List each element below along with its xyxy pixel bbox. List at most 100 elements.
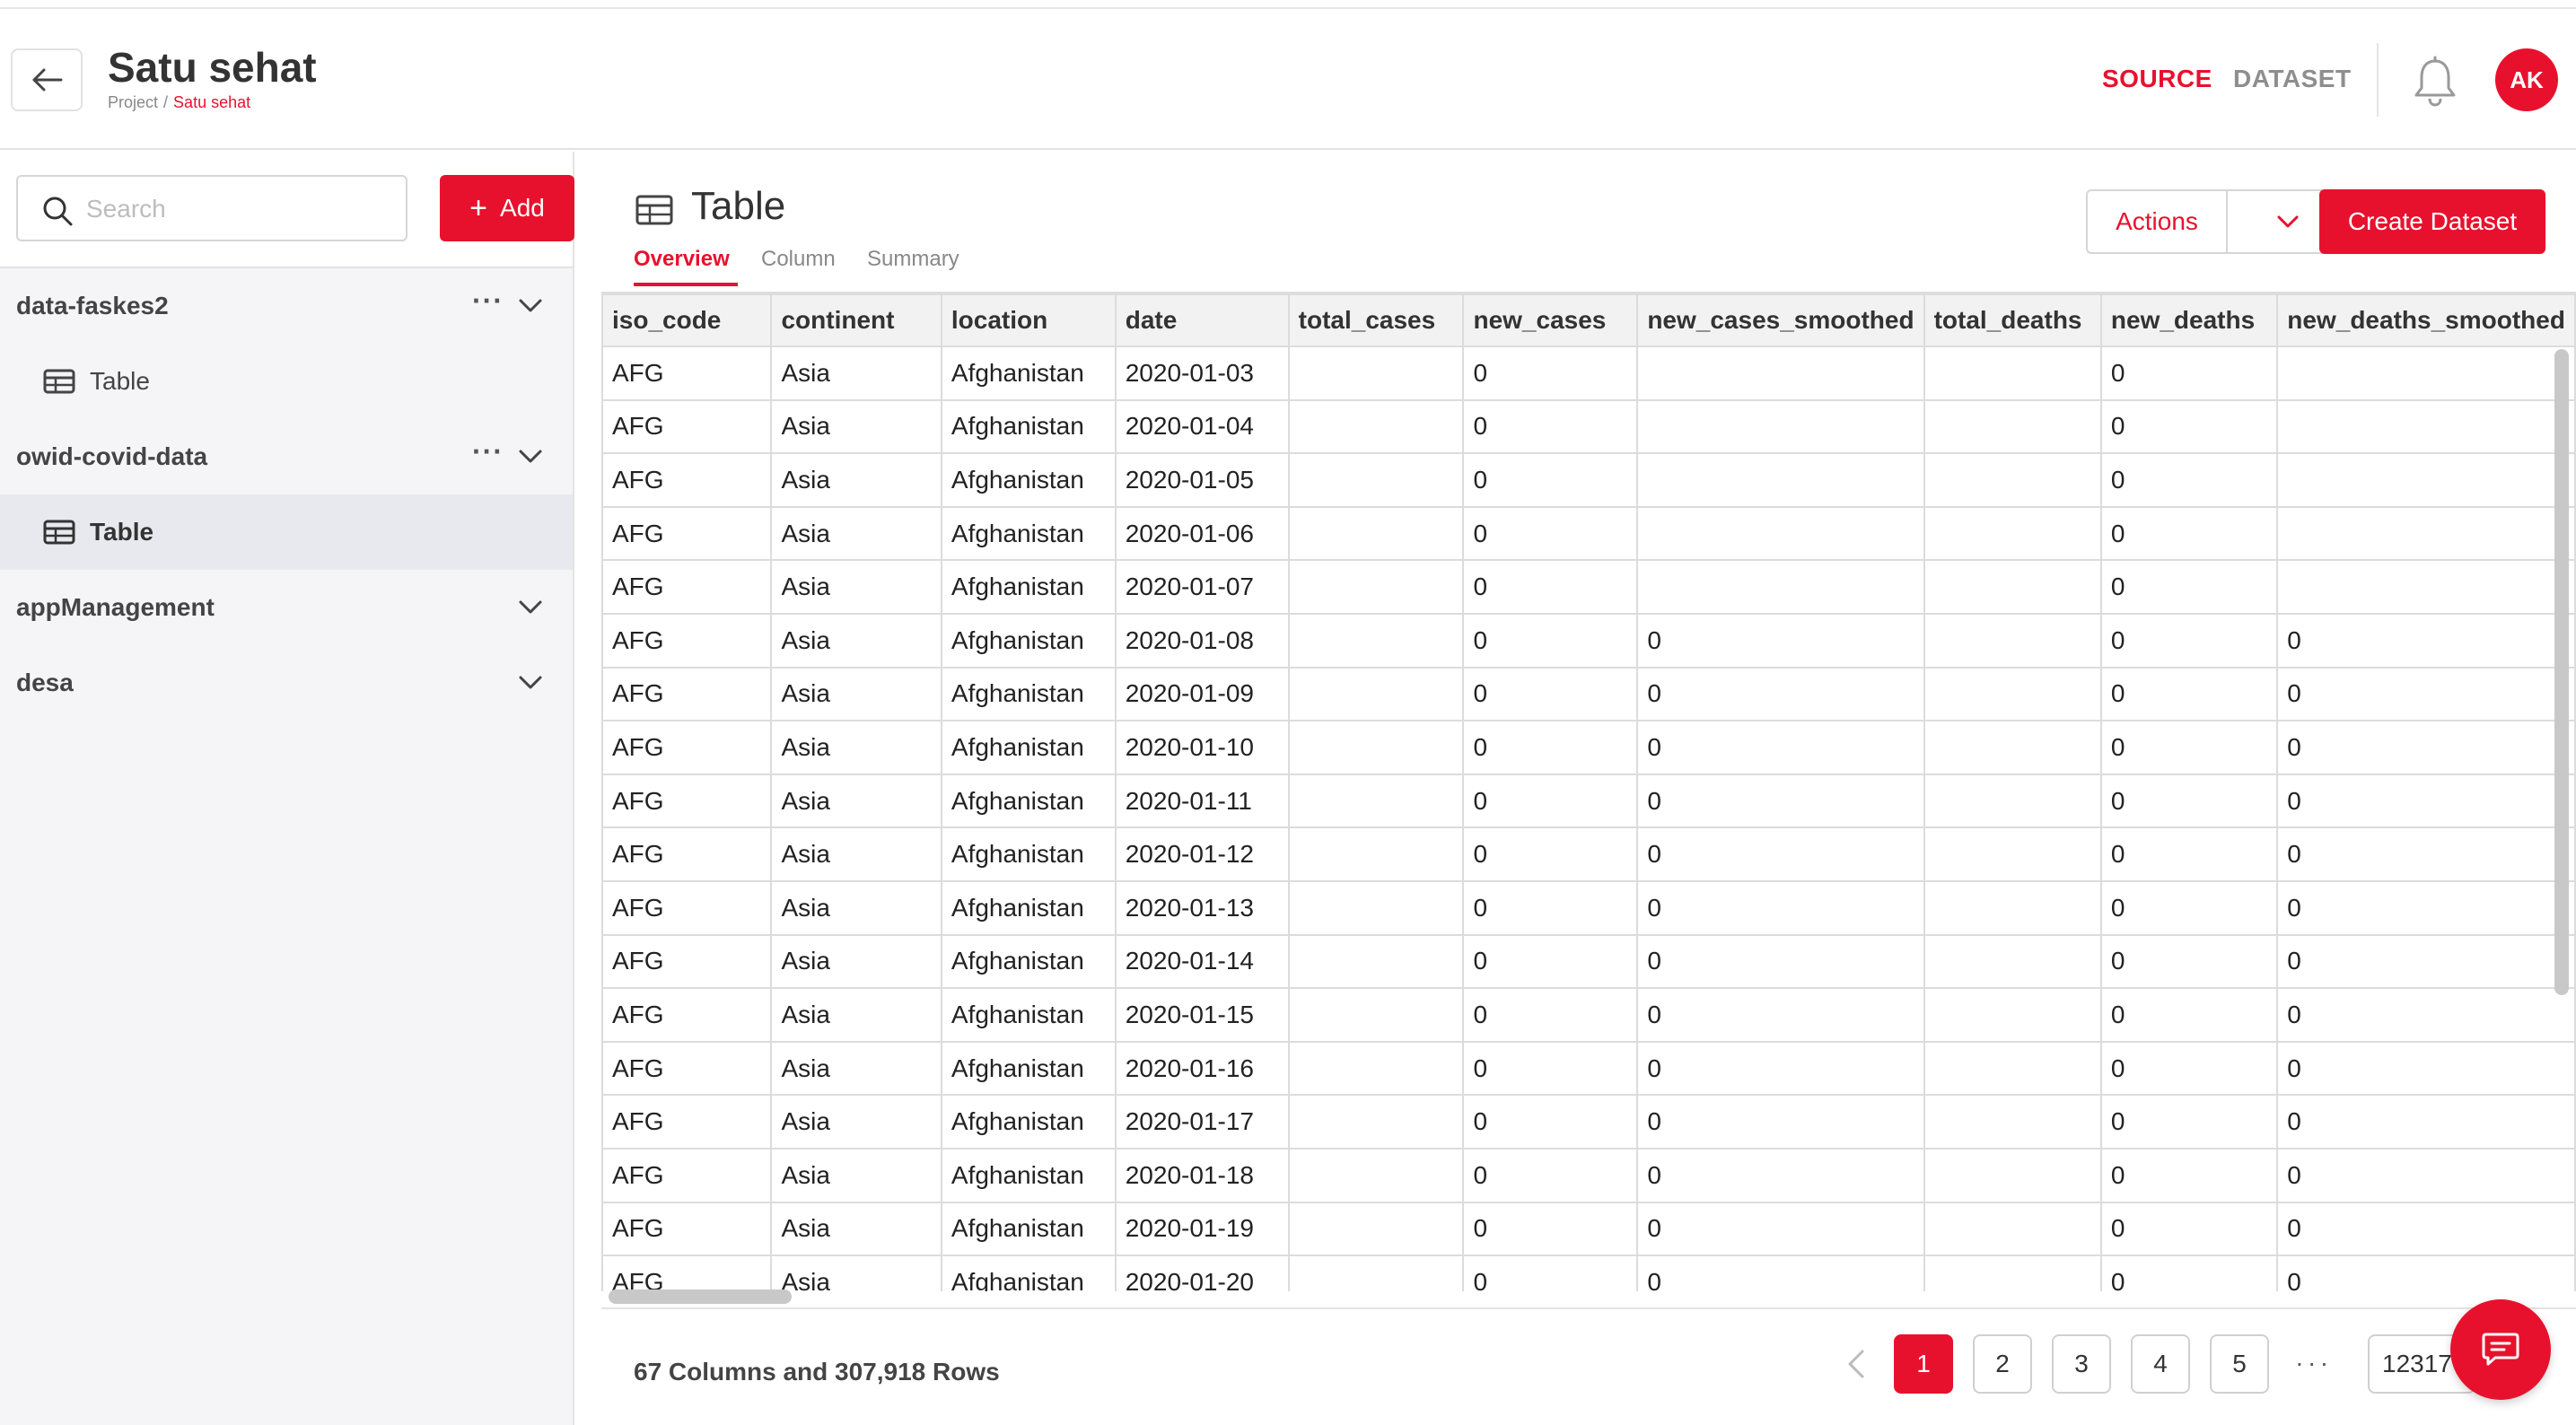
table-row[interactable]: AFG Asia Afghanistan 2020-01-15 0 0 0 0 bbox=[601, 987, 2576, 1043]
table-cell: 2020-01-20 bbox=[1114, 1255, 1290, 1291]
back-button[interactable] bbox=[11, 48, 83, 111]
tab-column[interactable]: Column bbox=[761, 247, 836, 272]
chevron-down-icon[interactable] bbox=[517, 597, 544, 618]
create-dataset-button[interactable]: Create Dataset bbox=[2319, 189, 2545, 254]
more-options-icon[interactable]: ··· bbox=[472, 284, 504, 318]
table-cell bbox=[1287, 1040, 1465, 1097]
table-cell: Asia bbox=[770, 398, 942, 455]
column-header[interactable]: continent bbox=[770, 293, 942, 347]
tab-summary[interactable]: Summary bbox=[867, 247, 959, 272]
table-cell: AFG bbox=[601, 1040, 773, 1097]
table-row[interactable]: AFG Asia Afghanistan 2020-01-04 0 0 bbox=[601, 398, 2576, 455]
table-cell bbox=[1923, 666, 2102, 722]
table-row[interactable]: AFG Asia Afghanistan 2020-01-05 0 0 bbox=[601, 452, 2576, 508]
notifications-button[interactable] bbox=[2411, 56, 2459, 108]
table-cell: 0 bbox=[2099, 666, 2279, 722]
table-cell: AFG bbox=[601, 666, 773, 722]
table-cell: 0 bbox=[2276, 720, 2576, 775]
chevron-down-icon[interactable] bbox=[517, 295, 544, 317]
source-group-owid-covid-data[interactable]: owid-covid-data ··· bbox=[0, 419, 573, 494]
tab-overview[interactable]: Overview bbox=[634, 247, 730, 272]
table-row[interactable]: AFG Asia Afghanistan 2020-01-19 0 0 0 0 bbox=[601, 1201, 2576, 1257]
table-cell: Asia bbox=[770, 1040, 942, 1097]
tree-item-table[interactable]: Table bbox=[0, 344, 573, 419]
table-cell: AFG bbox=[601, 1094, 773, 1150]
table-cell: Asia bbox=[770, 1201, 942, 1257]
nav-dataset[interactable]: DATASET bbox=[2233, 65, 2352, 93]
table-row[interactable]: AFG Asia Afghanistan 2020-01-17 0 0 0 0 bbox=[601, 1094, 2576, 1150]
breadcrumb-separator: / bbox=[163, 93, 169, 111]
table-cell: Afghanistan bbox=[940, 345, 1117, 401]
vertical-scrollbar[interactable] bbox=[2554, 349, 2569, 995]
horizontal-scrollbar[interactable] bbox=[609, 1289, 792, 1304]
table-row[interactable]: AFG Asia Afghanistan 2020-01-14 0 0 0 0 bbox=[601, 933, 2576, 990]
page-button-4[interactable]: 4 bbox=[2131, 1334, 2190, 1394]
column-header[interactable]: new_cases bbox=[1462, 293, 1639, 347]
table-cell: 0 bbox=[2276, 987, 2576, 1043]
column-header[interactable]: total_deaths bbox=[1923, 293, 2102, 347]
table-cell: 2020-01-17 bbox=[1114, 1094, 1290, 1150]
table-cell bbox=[1636, 398, 1925, 455]
column-header[interactable]: location bbox=[940, 293, 1117, 347]
table-cell: Asia bbox=[770, 1255, 942, 1291]
table-cell: AFG bbox=[601, 826, 773, 882]
breadcrumb-current: Satu sehat bbox=[173, 93, 251, 111]
table-icon bbox=[635, 195, 673, 225]
table-cell: 0 bbox=[2276, 1147, 2576, 1203]
page-button-2[interactable]: 2 bbox=[1973, 1334, 2032, 1394]
table-cell: AFG bbox=[601, 505, 773, 562]
data-table-container[interactable]: iso_code continent location date total_cases… bbox=[601, 292, 2576, 1291]
table-cell: 0 bbox=[1462, 452, 1639, 508]
column-header[interactable]: total_cases bbox=[1287, 293, 1465, 347]
table-row[interactable]: AFG Asia Afghanistan 2020-01-20 0 0 0 0 bbox=[601, 1255, 2576, 1291]
table-cell bbox=[1636, 345, 1925, 401]
column-header[interactable]: new_deaths bbox=[2099, 293, 2279, 347]
source-group-data-faskes2[interactable]: data-faskes2 ··· bbox=[0, 268, 573, 344]
table-cell: 2020-01-04 bbox=[1114, 398, 1290, 455]
table-cell: Asia bbox=[770, 666, 942, 722]
add-button[interactable]: + Add bbox=[440, 175, 574, 241]
source-group-appmanagement[interactable]: appManagement bbox=[0, 570, 573, 645]
table-row[interactable]: AFG Asia Afghanistan 2020-01-18 0 0 0 0 bbox=[601, 1147, 2576, 1203]
column-header[interactable]: new_cases_smoothed bbox=[1636, 293, 1925, 347]
nav-source[interactable]: SOURCE bbox=[2102, 65, 2212, 93]
table-cell bbox=[1923, 1201, 2102, 1257]
search-box[interactable] bbox=[16, 175, 407, 241]
tree-item-label: Table bbox=[90, 367, 150, 395]
search-input[interactable] bbox=[86, 189, 391, 229]
page-button-5[interactable]: 5 bbox=[2210, 1334, 2269, 1394]
table-row[interactable]: AFG Asia Afghanistan 2020-01-13 0 0 0 0 bbox=[601, 879, 2576, 936]
table-row[interactable]: AFG Asia Afghanistan 2020-01-08 0 0 0 0 bbox=[601, 612, 2576, 669]
source-group-desa[interactable]: desa bbox=[0, 645, 573, 721]
table-row[interactable]: AFG Asia Afghanistan 2020-01-06 0 0 bbox=[601, 505, 2576, 562]
table-cell: 2020-01-13 bbox=[1114, 879, 1290, 936]
chat-icon bbox=[2482, 1333, 2519, 1366]
table-row[interactable]: AFG Asia Afghanistan 2020-01-16 0 0 0 0 bbox=[601, 1040, 2576, 1097]
page-button-1[interactable]: 1 bbox=[1894, 1334, 1953, 1394]
more-options-icon[interactable]: ··· bbox=[472, 435, 504, 468]
tree-item-table-active[interactable]: Table bbox=[0, 494, 573, 570]
breadcrumb-project[interactable]: Project bbox=[108, 93, 158, 111]
chevron-down-icon[interactable] bbox=[517, 672, 544, 694]
table-cell: 2020-01-18 bbox=[1114, 1147, 1290, 1203]
column-header[interactable]: new_deaths_smoothed bbox=[2276, 293, 2576, 347]
table-cell bbox=[1287, 1147, 1465, 1203]
column-header[interactable]: iso_code bbox=[601, 293, 773, 347]
bell-icon bbox=[2414, 56, 2456, 107]
column-header[interactable]: date bbox=[1114, 293, 1290, 347]
table-row[interactable]: AFG Asia Afghanistan 2020-01-11 0 0 0 0 bbox=[601, 773, 2576, 829]
table-row[interactable]: AFG Asia Afghanistan 2020-01-09 0 0 0 0 bbox=[601, 666, 2576, 722]
table-row[interactable]: AFG Asia Afghanistan 2020-01-07 0 0 bbox=[601, 559, 2576, 615]
chat-button[interactable] bbox=[2450, 1299, 2551, 1400]
page-button-3[interactable]: 3 bbox=[2052, 1334, 2111, 1394]
table-row[interactable]: AFG Asia Afghanistan 2020-01-10 0 0 0 0 bbox=[601, 720, 2576, 775]
table-row[interactable]: AFG Asia Afghanistan 2020-01-03 0 0 bbox=[601, 345, 2576, 401]
actions-button[interactable]: Actions bbox=[2088, 191, 2226, 252]
table-cell bbox=[1287, 1201, 1465, 1257]
prev-page-button[interactable] bbox=[1829, 1333, 1883, 1395]
user-avatar[interactable]: AK bbox=[2495, 48, 2558, 111]
table-cell: 0 bbox=[1636, 933, 1925, 990]
chevron-down-icon[interactable] bbox=[517, 446, 544, 468]
table-row[interactable]: AFG Asia Afghanistan 2020-01-12 0 0 0 0 bbox=[601, 826, 2576, 882]
table-cell: Asia bbox=[770, 1147, 942, 1203]
